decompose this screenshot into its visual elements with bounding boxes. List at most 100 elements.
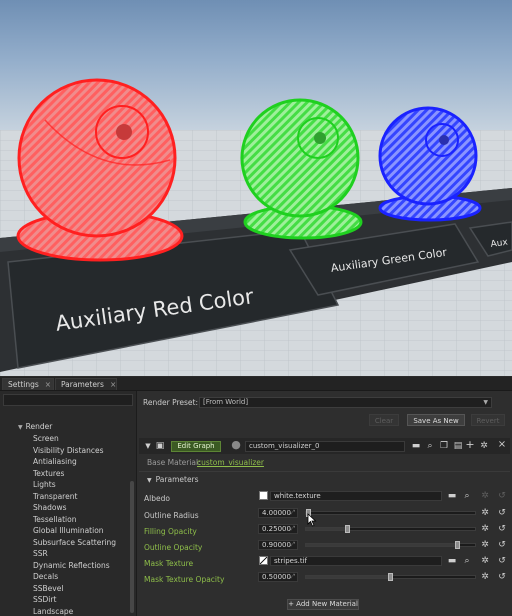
outline-opacity-value: 0.90000 [262,541,291,549]
expand-icon[interactable]: ⤢ [290,509,295,517]
outline-opacity-label: Outline Opacity [144,543,203,552]
tree-item[interactable]: Screen [33,433,59,445]
gear-icon[interactable]: ✲ [480,572,490,582]
albedo-label: Albedo [144,494,170,503]
tree-item[interactable]: Transparent [33,491,77,503]
tree-item[interactable]: SSDirt [33,594,56,606]
reset-icon[interactable]: ↺ [497,572,507,582]
add-new-material-button[interactable]: + Add New Material [287,599,359,610]
settings-tree: ▼ Render Screen Visibility Distances Antial… [0,391,137,616]
tree-search-input[interactable] [3,394,133,406]
close-icon[interactable]: × [45,380,51,389]
revert-button[interactable]: Revert [471,414,505,426]
tab-settings[interactable]: Settings × [2,378,54,390]
folder-icon[interactable]: ▬ [411,441,421,451]
close-icon[interactable]: × [110,380,116,389]
reset-icon[interactable]: ↺ [497,508,507,518]
base-material-link[interactable]: custom_visualizer [197,458,264,467]
reset-icon[interactable]: ↺ [497,540,507,550]
gear-icon[interactable]: ✲ [480,556,490,566]
gear-icon[interactable]: ✲ [480,524,490,534]
clear-button[interactable]: Clear [369,414,399,426]
clone-icon[interactable]: ❐ [439,441,449,451]
tree-item[interactable]: Landscape [33,606,73,616]
outline-radius-input[interactable]: 4.00000 ⤢ [258,508,298,518]
tree-item[interactable]: Antialiasing [33,456,77,468]
reset-icon[interactable]: ↺ [497,556,507,566]
expand-icon[interactable]: ⤢ [290,525,295,533]
render-preset-label: Render Preset: [143,398,198,407]
tree-item[interactable]: Textures [33,468,64,480]
tab-parameters[interactable]: Parameters × [55,378,117,390]
mask-texture-field[interactable]: stripes.tif [270,556,442,566]
material-icon: ▣ [155,441,165,451]
tree-item[interactable]: SSR [33,548,48,560]
tree-item[interactable]: Dynamic Reflections [33,560,110,572]
tree-root-render[interactable]: ▼ Render [18,421,52,432]
scene-viewport[interactable]: Auxiliary Red Color Auxiliary Green Colo… [0,0,512,376]
tree-item[interactable]: Subsurface Scattering [33,537,116,549]
divider [139,471,510,472]
chevron-down-icon[interactable]: ▼ [143,441,153,451]
outline-opacity-input[interactable]: 0.90000 ⤢ [258,540,298,550]
reset-icon[interactable]: ↺ [497,524,507,534]
chevron-down-icon[interactable]: ▼ [18,424,23,431]
chevron-down-icon[interactable]: ▼ [147,477,152,484]
parameters-panel: Render Preset: [From World] ▼ Clear Save … [137,391,512,616]
filling-opacity-value: 0.25000 [262,525,291,533]
material-row: ▼ ▣ Edit Graph ● custom_visualizer_0 ▬ ⌕… [139,438,510,454]
mask-texture-swatch[interactable] [259,556,268,565]
tree-item[interactable]: Decals [33,571,58,583]
albedo-swatch[interactable] [259,491,268,500]
document-icon[interactable]: ▤ [453,441,463,451]
slider-fill [306,576,391,578]
tab-settings-label: Settings [8,380,39,389]
tree-item[interactable]: Lights [33,479,56,491]
tree-item[interactable]: SSBevel [33,583,63,595]
tree-item[interactable]: Shadows [33,502,67,514]
slider-handle[interactable] [345,525,351,533]
parameters-section[interactable]: ▼ Parameters [147,475,199,484]
filling-opacity-slider[interactable] [305,525,476,533]
mask-texture-label: Mask Texture [144,559,194,568]
slider-fill [306,528,349,530]
material-name-field[interactable]: custom_visualizer_0 [245,441,405,452]
green-sphere [240,98,363,240]
filling-opacity-input[interactable]: 0.25000 ⤢ [258,524,298,534]
slider-handle[interactable] [387,573,393,581]
outline-radius-slider[interactable] [305,509,476,517]
tree-scrollbar[interactable] [130,481,134,613]
folder-icon[interactable]: ▬ [447,556,457,566]
mask-texture-opacity-input[interactable]: 0.50000 ⤢ [258,572,298,582]
filling-opacity-label: Filling Opacity [144,527,197,536]
slider-handle[interactable] [455,541,461,549]
gear-icon[interactable]: ✲ [480,508,490,518]
base-material-label: Base Material: [147,458,201,467]
parameters-header: Parameters [155,475,199,484]
outline-opacity-slider[interactable] [305,541,476,549]
blue-sphere [378,106,482,222]
folder-icon[interactable]: ▬ [447,491,457,501]
render-preset-dropdown[interactable]: [From World] ▼ [199,397,492,408]
expand-icon[interactable]: ⤢ [290,541,295,549]
close-icon[interactable]: × [497,440,507,450]
mouse-cursor-icon [307,513,317,527]
add-icon[interactable]: + [465,439,475,450]
gear-icon[interactable]: ✲ [480,540,490,550]
search-icon[interactable]: ⌕ [462,556,472,566]
outline-radius-value: 4.00000 [262,509,291,517]
search-icon[interactable]: ⌕ [462,491,472,501]
mask-texture-opacity-slider[interactable] [305,573,476,581]
tree-item[interactable]: Tessellation [33,514,76,526]
search-icon[interactable]: ⌕ [425,441,435,451]
gear-icon: ✲ [481,491,489,501]
red-sphere [16,78,184,262]
albedo-texture-field[interactable]: white.texture [270,491,442,501]
save-as-new-button[interactable]: Save As New [407,414,465,426]
tree-item[interactable]: Global Illumination [33,525,104,537]
edit-graph-button[interactable]: Edit Graph [171,441,221,452]
tab-parameters-label: Parameters [61,380,104,389]
gear-icon[interactable]: ✲ [479,441,489,451]
tree-item[interactable]: Visibility Distances [33,445,104,457]
expand-icon[interactable]: ⤢ [290,573,295,581]
